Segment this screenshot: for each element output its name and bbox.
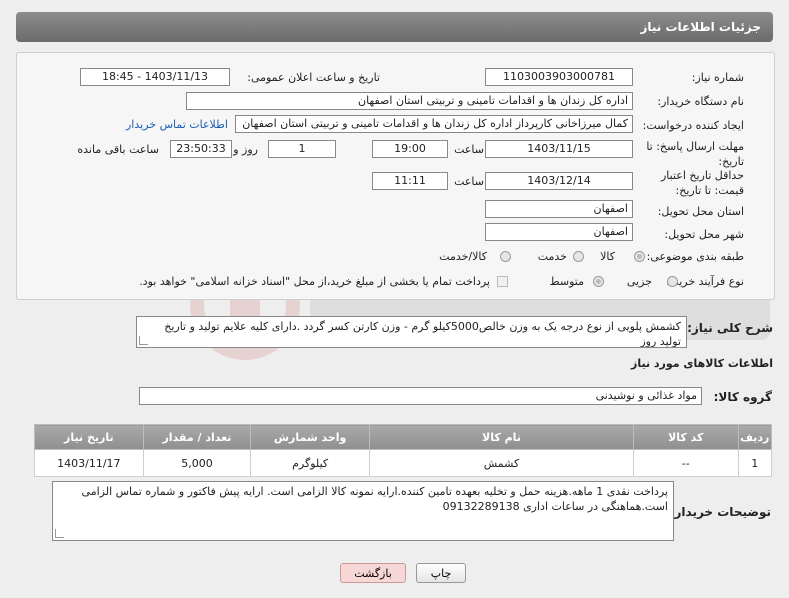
cell-quantity: 5,000	[142, 449, 252, 477]
creator-label: ایجاد کننده درخواست:	[642, 119, 744, 132]
need-number-field: 1103003903000781	[485, 68, 633, 86]
col-header-need-date: تاریخ نیاز	[34, 424, 144, 450]
col-header-code: کد کالا	[632, 424, 739, 450]
city-field: اصفهان	[485, 223, 633, 241]
need-number-label: شماره نیاز:	[691, 71, 744, 84]
contact-buyer-link[interactable]: اطلاعات تماس خریدار	[126, 118, 228, 131]
back-button[interactable]: بازگشت	[340, 563, 406, 583]
category-option-goods: کالا	[600, 250, 615, 263]
buyer-org-label: نام دستگاه خریدار:	[657, 95, 744, 108]
page-header: جزئیات اطلاعات نیاز	[16, 12, 773, 42]
province-field: اصفهان	[485, 200, 633, 218]
col-header-unit: واحد شمارش	[250, 424, 371, 450]
announce-field: 1403/11/13 - 18:45	[80, 68, 230, 86]
buyer-notes-textarea: پرداخت نقدی 1 ماهه.هزینه حمل و تخلیه بعه…	[52, 481, 674, 541]
validity-time-label: ساعت	[454, 175, 484, 188]
category-option-service: خدمت	[537, 250, 567, 263]
province-label: استان محل تحویل:	[657, 205, 744, 218]
buyer-notes-label: توضیحات خریدار:	[669, 505, 771, 519]
resize-handle-icon[interactable]	[139, 336, 148, 345]
goods-group-label: گروه کالا:	[713, 390, 772, 404]
validity-time-field: 11:11	[372, 172, 448, 190]
resize-handle-icon[interactable]	[55, 529, 64, 538]
creator-field: کمال میرزاخانی کارپرداز اداره کل زندان ه…	[235, 115, 633, 133]
table-row: 1 -- کشمش کیلوگرم 5,000 1403/11/17	[34, 449, 772, 477]
remaining-time-field: 23:50:33	[170, 140, 232, 158]
city-label: شهر محل تحویل:	[664, 228, 744, 241]
description-text: کشمش پلویی از نوع درجه یک به وزن خالص500…	[164, 320, 681, 348]
category-radio-goods-service[interactable]	[500, 251, 511, 262]
cell-code: --	[632, 449, 739, 477]
category-radio-goods[interactable]	[634, 251, 645, 262]
cell-unit: کیلوگرم	[250, 449, 371, 477]
buyer-org-field: اداره کل زندان ها و اقدامات تامینی و ترب…	[186, 92, 633, 110]
goods-group-field: مواد غذائی و نوشیدنی	[139, 387, 702, 405]
validity-date-field: 1403/12/14	[485, 172, 633, 190]
goods-info-title: اطلاعات کالاهای مورد نیاز	[631, 357, 773, 370]
purchase-radio-medium[interactable]	[593, 276, 604, 287]
deadline-time-field: 19:00	[372, 140, 448, 158]
description-textarea: کشمش پلویی از نوع درجه یک به وزن خالص500…	[136, 316, 687, 348]
payment-note: پرداخت تمام یا بخشی از مبلغ خرید،از محل …	[139, 275, 490, 288]
treasury-checkbox[interactable]	[497, 276, 508, 287]
purchase-option-minor: جزیی	[626, 275, 652, 288]
col-header-name: نام کالا	[369, 424, 634, 450]
announce-label: تاریخ و ساعت اعلان عمومی:	[247, 71, 380, 84]
cell-name: کشمش	[369, 449, 634, 477]
deadline-date-field: 1403/11/15	[485, 140, 633, 158]
deadline-time-label: ساعت	[454, 143, 484, 156]
cell-row-number: 1	[737, 449, 772, 477]
description-label: شرح کلی نیاز:	[687, 321, 773, 335]
table-header-row: ردیف کد کالا نام کالا واحد شمارش تعداد /…	[34, 424, 772, 450]
col-header-quantity: تعداد / مقدار	[142, 424, 252, 450]
cell-need-date: 1403/11/17	[34, 449, 144, 477]
purchase-radio-minor[interactable]	[667, 276, 678, 287]
days-label: روز و	[233, 143, 258, 156]
deadline-label: مهلت ارسال پاسخ: تا تاریخ:	[646, 140, 744, 168]
purchase-option-medium: متوسط	[549, 275, 584, 288]
category-option-goods-service: کالا/خدمت	[439, 250, 487, 263]
page-title: جزئیات اطلاعات نیاز	[640, 20, 761, 34]
category-label: طبقه بندی موضوعی:	[646, 250, 744, 263]
print-button[interactable]: چاپ	[416, 563, 466, 583]
goods-table: ردیف کد کالا نام کالا واحد شمارش تعداد /…	[34, 424, 772, 477]
remaining-label: ساعت باقی مانده	[77, 143, 159, 156]
buyer-notes-text: پرداخت نقدی 1 ماهه.هزینه حمل و تخلیه بعه…	[81, 485, 668, 513]
category-radio-service[interactable]	[573, 251, 584, 262]
days-field: 1	[268, 140, 336, 158]
col-header-row-number: ردیف	[737, 424, 772, 450]
validity-label: حداقل تاریخ اعتبار قیمت: تا تاریخ:	[660, 169, 744, 197]
